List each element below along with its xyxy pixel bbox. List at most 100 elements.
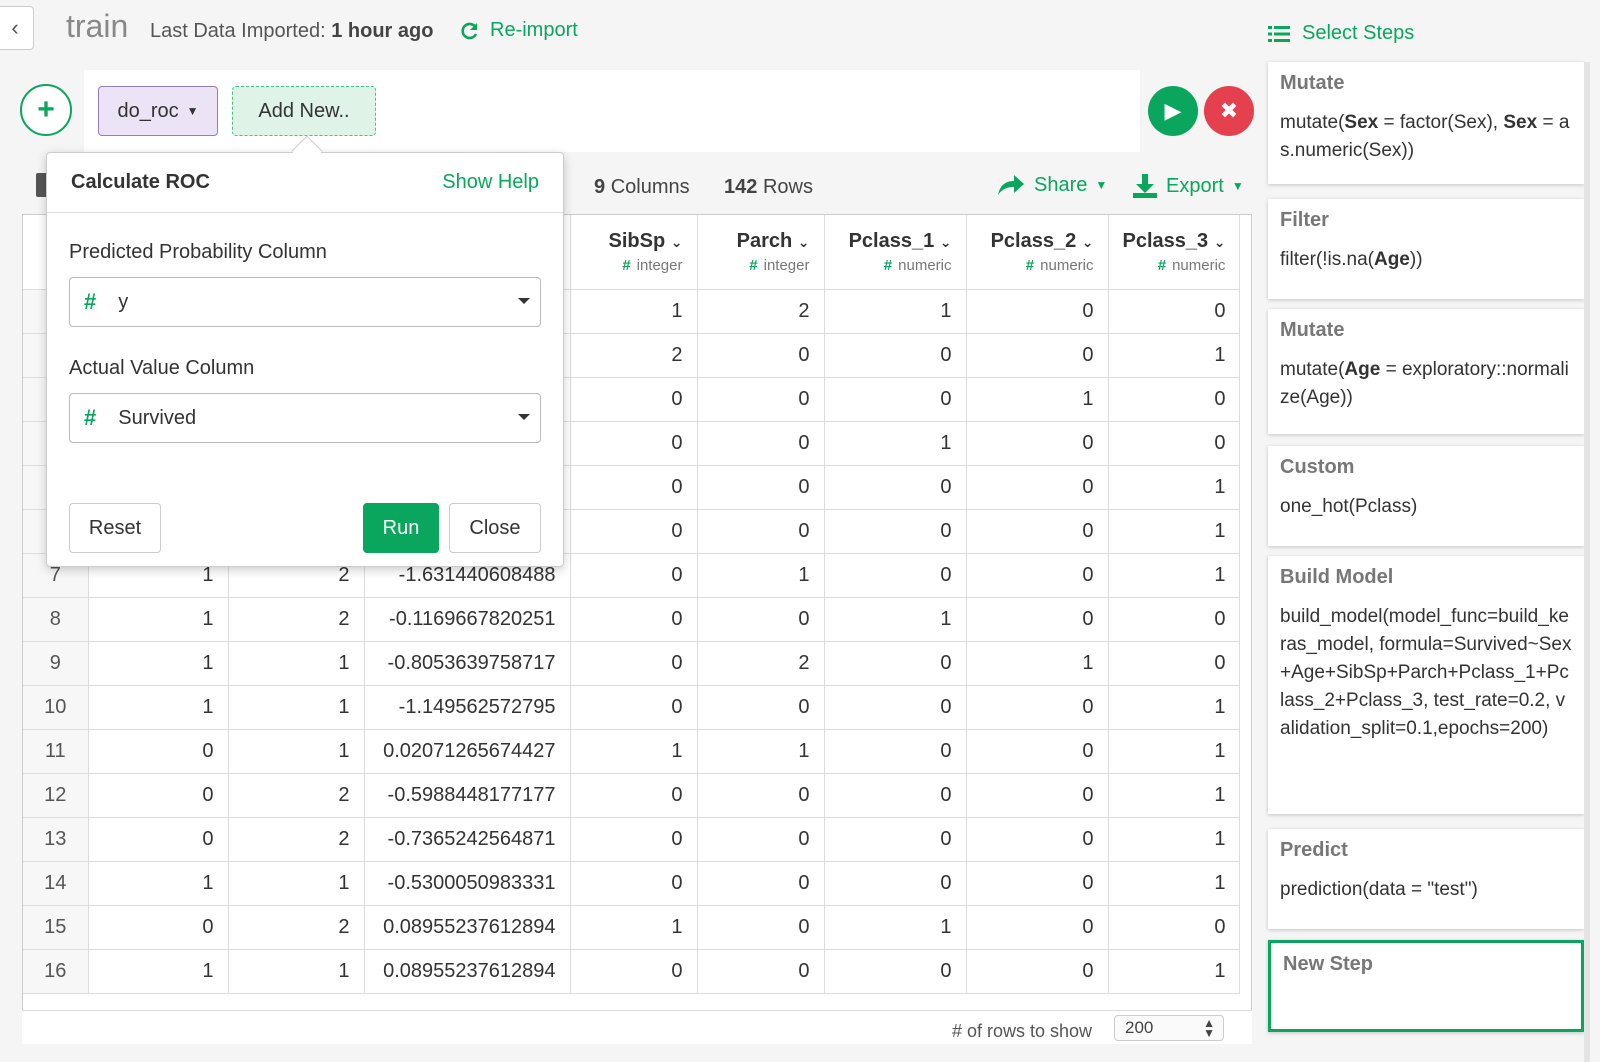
imported-value: 1 hour ago <box>331 20 434 42</box>
table-cell: 1 <box>228 949 365 994</box>
numeric-type-icon: # <box>84 405 97 430</box>
table-cell: 0 <box>824 861 967 906</box>
table-cell: 0 <box>966 553 1109 598</box>
table-cell: 0 <box>570 685 698 730</box>
step-chip-do-roc[interactable]: do_roc ▼ <box>98 86 218 136</box>
close-button[interactable]: Close <box>449 503 541 553</box>
table-cell: 0 <box>1108 421 1241 466</box>
reset-button[interactable]: Reset <box>69 503 161 553</box>
back-button[interactable]: ‹ <box>0 6 34 50</box>
table-cell: 0 <box>88 773 229 818</box>
select-steps-button[interactable]: Select Steps <box>1268 22 1414 45</box>
numeric-type-icon: # <box>1157 256 1167 274</box>
add-step-button[interactable]: + <box>20 84 72 136</box>
plus-icon: + <box>37 93 55 126</box>
table-cell: 1 <box>570 905 698 950</box>
row-index: 10 <box>23 685 89 730</box>
table-cell: 0 <box>697 421 825 466</box>
table-cell: 1 <box>824 289 967 334</box>
reimport-label: Re-import <box>490 19 578 41</box>
table-cell: 0 <box>824 377 967 422</box>
table-cell: 0 <box>570 421 698 466</box>
table-cell: 1 <box>88 949 229 994</box>
steps-panel: Mutate mutate(Sex = factor(Sex), Sex = as… <box>1268 62 1586 1062</box>
add-new-step-chip[interactable]: Add New.. <box>232 86 376 136</box>
table-cell: 0 <box>1108 641 1241 686</box>
table-cell: 0.08955237612894 <box>364 949 571 994</box>
step-chip-label: do_roc <box>117 99 179 122</box>
column-header-pclass-3[interactable]: Pclass_3 ⌄ # numeric <box>1108 215 1241 290</box>
table-cell: 0 <box>570 949 698 994</box>
table-row: 16 1 1 0.08955237612894 0 0 0 0 1 <box>23 949 1241 994</box>
show-help-link[interactable]: Show Help <box>442 171 539 194</box>
step-card[interactable]: Custom one_hot(Pclass) <box>1268 446 1584 546</box>
caret-down-icon: ▼ <box>186 104 199 118</box>
predicted-column-label: Predicted Probability Column <box>69 241 327 263</box>
rows-to-show-select[interactable]: 200 ▲ ▼ <box>1114 1015 1224 1041</box>
table-cell: 0 <box>966 905 1109 950</box>
chevron-down-icon: ⌄ <box>1081 233 1094 250</box>
table-cell: 0 <box>824 949 967 994</box>
reimport-button[interactable]: Re-import <box>460 19 578 42</box>
step-card[interactable]: Predict prediction(data = "test") <box>1268 829 1584 929</box>
share-button[interactable]: Share ▼ <box>996 173 1107 197</box>
column-header-sibsp[interactable]: SibSp ⌄ # integer <box>570 215 698 290</box>
table-cell: 2 <box>228 773 365 818</box>
column-header-pclass-1[interactable]: Pclass_1 ⌄ # numeric <box>824 215 967 290</box>
caret-down-icon <box>518 414 530 420</box>
table-cell: 0 <box>697 597 825 642</box>
chevron-left-icon: ‹ <box>11 15 19 40</box>
table-cell: 1 <box>966 641 1109 686</box>
run-steps-button[interactable]: ▶ <box>1148 86 1198 136</box>
step-name: Predict <box>1280 839 1348 861</box>
step-card[interactable]: New Step <box>1268 940 1584 1032</box>
table-cell: -0.5300050983331 <box>364 861 571 906</box>
table-cell: 0 <box>570 553 698 598</box>
export-button[interactable]: Export ▼ <box>1132 173 1244 199</box>
chevron-down-icon: ⌄ <box>670 233 683 250</box>
download-icon <box>1133 174 1157 198</box>
column-header-pclass-2[interactable]: Pclass_2 ⌄ # numeric <box>966 215 1109 290</box>
step-name: Custom <box>1280 456 1355 478</box>
step-card[interactable]: Mutate mutate(Age = exploratory::normaliz… <box>1268 309 1584 434</box>
table-cell: 1 <box>228 641 365 686</box>
step-code: prediction(data = "test") <box>1280 879 1478 900</box>
row-index: 16 <box>23 949 89 994</box>
step-card[interactable]: Build Model build_model(model_func=build_… <box>1268 556 1584 814</box>
table-cell: 1 <box>1108 773 1241 818</box>
table-cell: 0 <box>697 861 825 906</box>
run-button[interactable]: Run <box>363 503 439 553</box>
row-index: 9 <box>23 641 89 686</box>
page-title: train <box>66 8 129 44</box>
table-cell: 1 <box>697 553 825 598</box>
table-cell: -0.1169667820251 <box>364 597 571 642</box>
table-cell: 0 <box>824 553 967 598</box>
numeric-type-icon: # <box>749 256 758 274</box>
rows-count: 142 Rows <box>724 176 813 198</box>
table-cell: 1 <box>88 685 229 730</box>
table-cell: 0 <box>570 817 698 862</box>
table-cell: 0 <box>570 597 698 642</box>
step-name: Build Model <box>1280 566 1394 588</box>
table-cell: 0 <box>570 509 698 554</box>
step-card[interactable]: Filter filter(!is.na(Age)) <box>1268 199 1584 299</box>
table-cell: 0 <box>570 377 698 422</box>
table-cell: 0 <box>1108 905 1241 950</box>
cancel-steps-button[interactable]: ✖ <box>1204 86 1254 136</box>
predicted-column-select[interactable]: # y <box>69 277 541 327</box>
table-cell: 0 <box>570 773 698 818</box>
table-cell: 1 <box>570 729 698 774</box>
actual-column-select[interactable]: # Survived <box>69 393 541 443</box>
table-footer: # of rows to show 200 ▲ ▼ <box>22 1010 1252 1044</box>
table-cell: 1 <box>1108 949 1241 994</box>
table-cell: -0.7365242564871 <box>364 817 571 862</box>
table-cell: 2 <box>228 597 365 642</box>
column-header-parch[interactable]: Parch ⌄ # integer <box>697 215 825 290</box>
table-cell: 0 <box>88 905 229 950</box>
table-cell: 0.02071265674427 <box>364 729 571 774</box>
chevron-down-icon: ⌄ <box>797 233 810 250</box>
step-card[interactable]: Mutate mutate(Sex = factor(Sex), Sex = as… <box>1268 62 1584 184</box>
table-cell: 0 <box>966 729 1109 774</box>
table-row: 10 1 1 -1.149562572795 0 0 0 0 1 <box>23 685 1241 730</box>
steps-scrollbar[interactable] <box>1584 62 1590 1062</box>
